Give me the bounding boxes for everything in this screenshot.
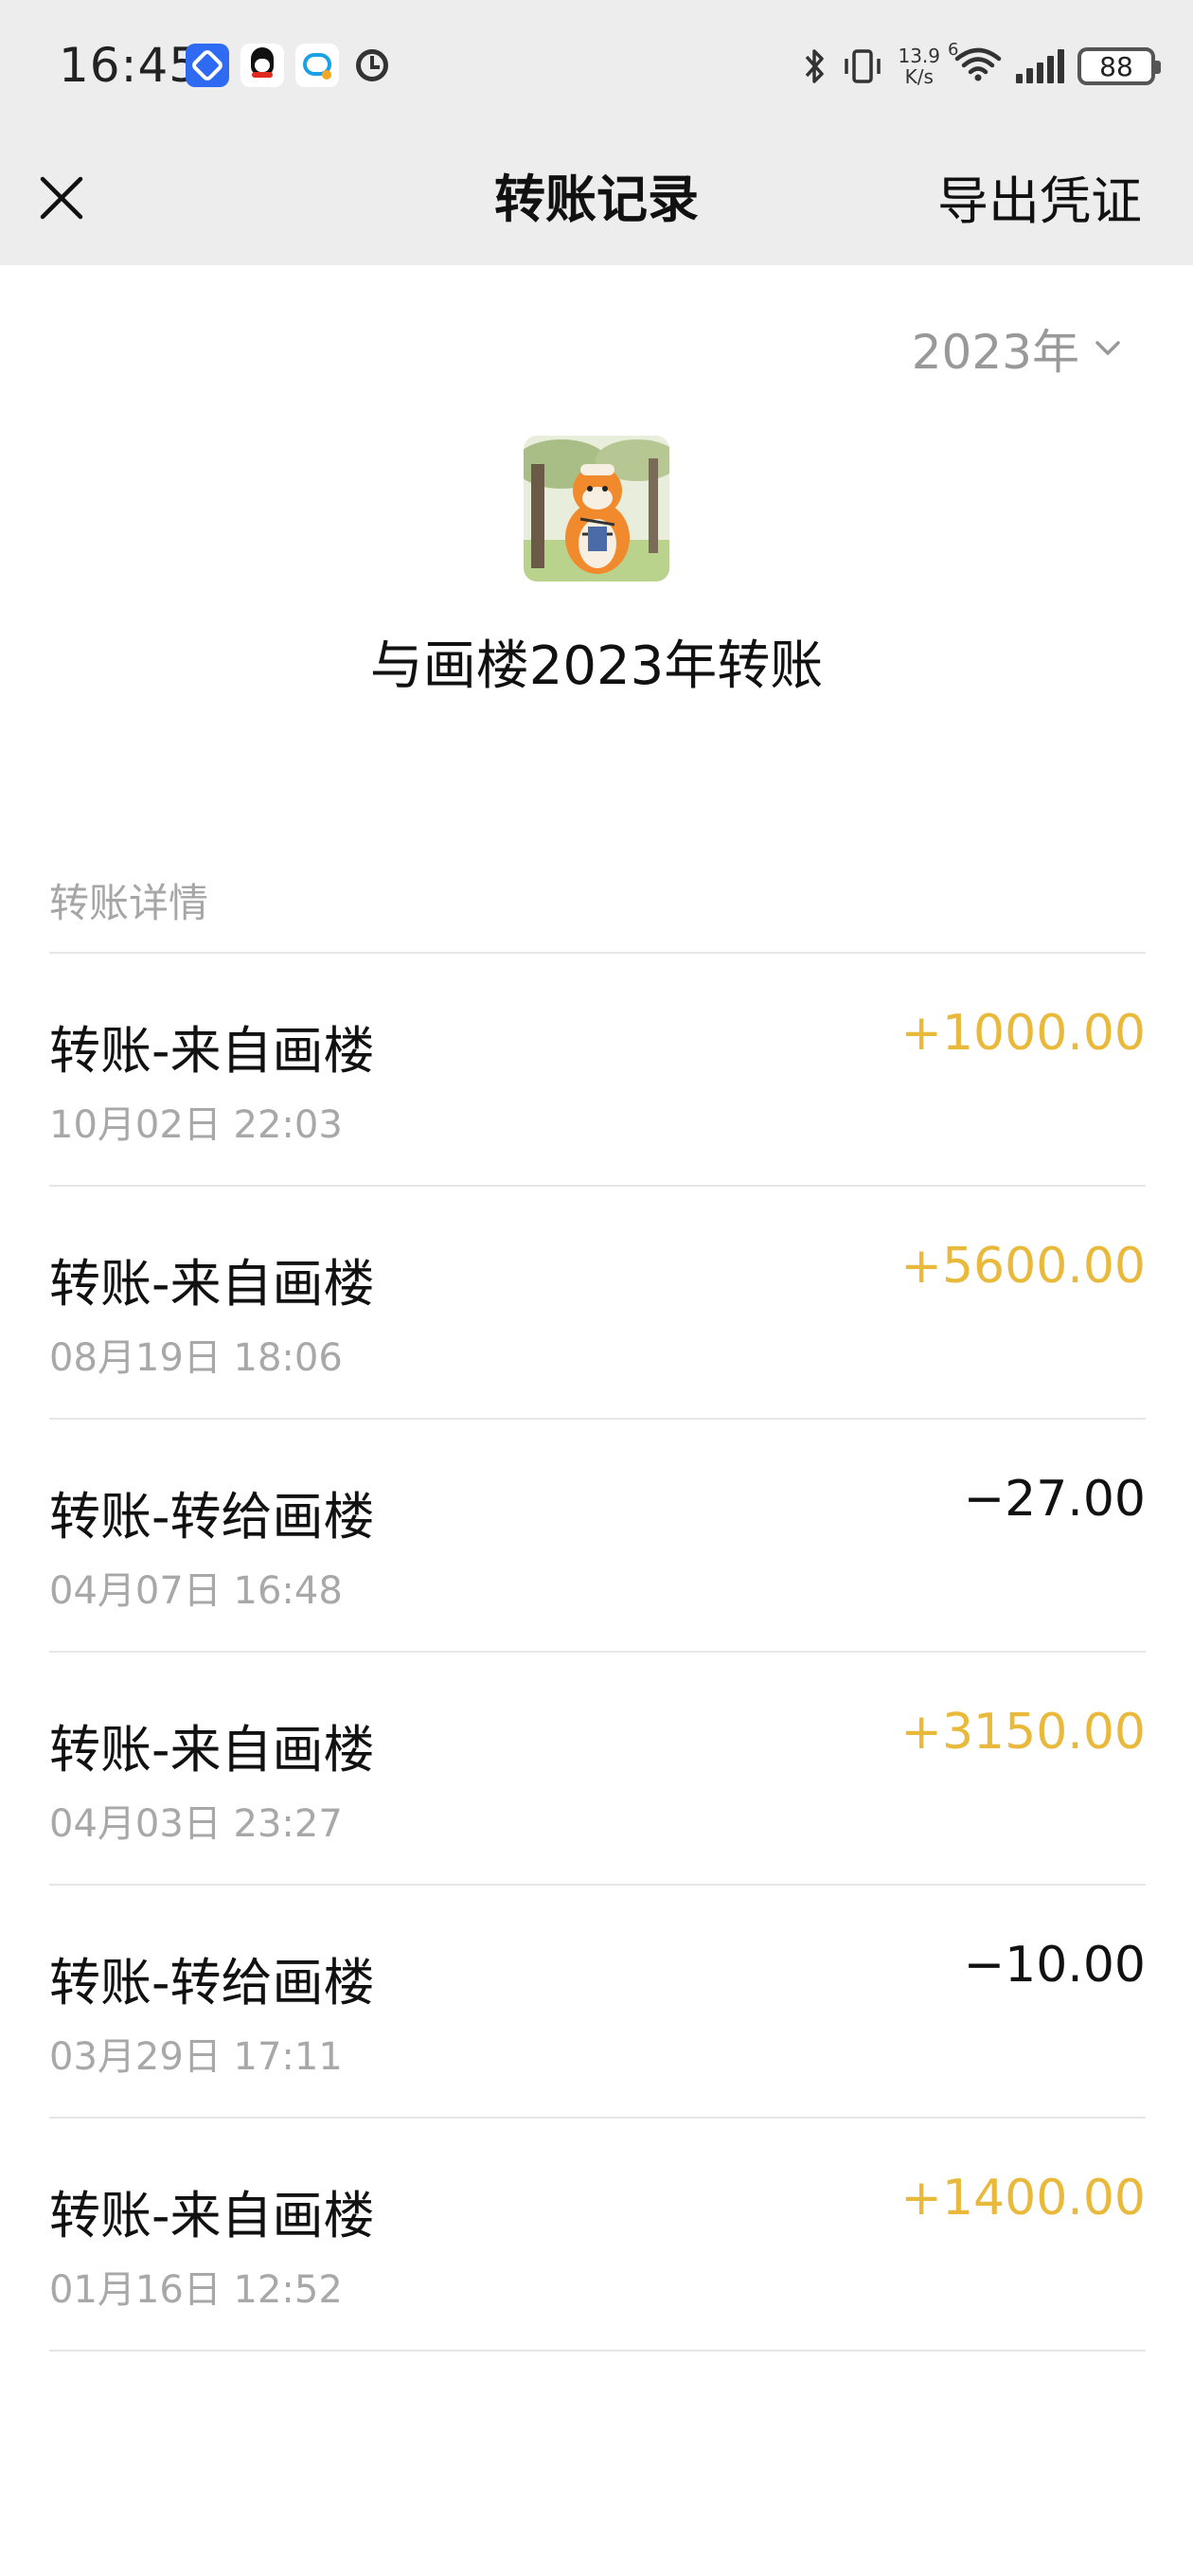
transaction-amount: −10.00 [963,1937,1146,1994]
transaction-time: 01月16日 12:52 [49,2268,343,2312]
transaction-title: 转账-来自画楼 [49,1720,375,1780]
summary-title: 与画楼2023年转账 [369,635,824,697]
chevron-down-icon [1095,341,1120,355]
close-button[interactable] [28,165,95,231]
nav-bar: 转账记录 导出凭证 [0,133,1193,265]
transaction-time: 03月29日 17:11 [49,2035,343,2079]
year-filter-label: 2023年 [911,325,1079,380]
transaction-amount: +1400.00 [900,2170,1146,2227]
transaction-amount: +3150.00 [900,1704,1146,1761]
battery-level: 88 [1099,50,1133,82]
transaction-row[interactable]: 转账-来自画楼 08月19日 18:06 +5600.00 [49,1187,1146,1420]
transaction-amount: −27.00 [963,1471,1146,1528]
wifi-icon [954,47,1002,81]
transaction-title: 转账-转给画楼 [49,1487,375,1547]
network-type-label: 6 [948,40,959,60]
transaction-title: 转账-来自画楼 [49,2186,375,2245]
status-bar: 16:45 13.9 K/s 6 88 [0,0,1193,133]
battery-icon: 88 [1077,47,1161,85]
transaction-title: 转账-来自画楼 [49,1021,375,1081]
net-speed-unit: K/s [904,65,934,88]
transaction-title: 转账-转给画楼 [49,1953,375,2012]
transaction-title: 转账-来自画楼 [49,1254,375,1314]
chat-app-icon [295,44,339,87]
transaction-row[interactable]: 转账-来自画楼 04月03日 23:27 +3150.00 [49,1653,1146,1886]
status-time: 16:45 [59,38,201,93]
vibrate-icon [845,49,881,83]
transaction-time: 08月19日 18:06 [49,1336,343,1380]
section-label: 转账详情 [49,880,209,926]
net-speed: 13.9 K/s [898,45,940,87]
qq-icon [240,44,284,87]
transaction-row[interactable]: 转账-转给画楼 03月29日 17:11 −10.00 [49,1886,1146,2119]
system-indicators: 13.9 K/s 6 88 [803,40,1161,91]
avatar-image [524,436,669,581]
transaction-row[interactable]: 转账-来自画楼 01月16日 12:52 +1400.00 [49,2119,1146,2352]
transaction-time: 04月07日 16:48 [49,1569,343,1613]
net-speed-value: 13.9 [898,45,940,67]
transaction-time: 04月03日 23:27 [49,1802,343,1846]
wifi-indicator: 6 [948,40,1003,87]
year-filter-dropdown[interactable]: 2023年 [912,314,1121,383]
signal-icon [1016,49,1064,83]
contact-avatar [524,436,669,581]
transaction-time: 10月02日 22:03 [49,1103,343,1147]
transaction-row[interactable]: 转账-来自画楼 10月02日 22:03 +1000.00 [49,954,1146,1187]
app-notification-icon [186,44,229,87]
export-voucher-button[interactable]: 导出凭证 [937,159,1142,234]
transaction-row[interactable]: 转账-转给画楼 04月07日 16:48 −27.00 [49,1420,1146,1653]
close-icon [40,176,83,220]
alarm-icon [350,44,394,87]
bluetooth-icon [806,49,825,83]
transaction-amount: +5600.00 [900,1238,1146,1295]
transaction-list: 转账-来自画楼 10月02日 22:03 +1000.00 转账-来自画楼 08… [49,954,1146,2352]
transaction-amount: +1000.00 [900,1005,1146,1062]
